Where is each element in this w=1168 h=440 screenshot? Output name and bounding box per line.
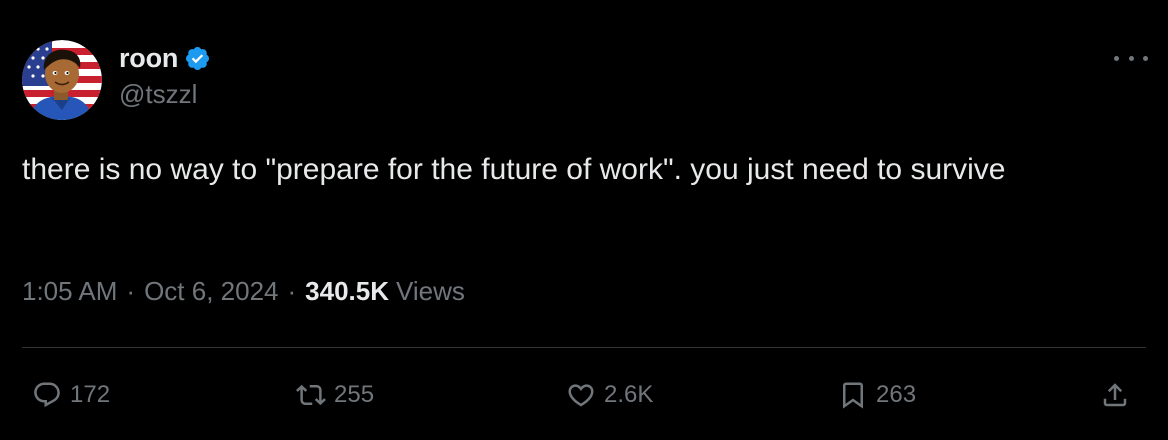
more-icon[interactable]: [1114, 48, 1148, 68]
display-name[interactable]: roon: [119, 43, 178, 74]
tweet-text: there is no way to "prepare for the futu…: [22, 153, 1006, 186]
author-info: roon @tszzl: [119, 41, 211, 109]
avatar-image: [22, 40, 102, 120]
repost-button[interactable]: 255: [296, 370, 374, 420]
bookmark-icon: [843, 382, 863, 409]
name-row: roon: [119, 41, 211, 75]
views-count: 340.5K: [305, 276, 390, 306]
bookmark-button[interactable]: 263: [838, 370, 916, 420]
views-label: Views: [396, 276, 465, 306]
heart-icon: [568, 384, 594, 407]
reply-count: 172: [70, 381, 111, 408]
like-button[interactable]: 2.6K: [566, 370, 653, 420]
share-button[interactable]: [1100, 370, 1130, 420]
repost-count: 255: [334, 381, 375, 408]
repost-icon: [296, 384, 326, 406]
tweet-card: roon @tszzl there is no way to "prepare …: [0, 0, 1168, 440]
tweet-time[interactable]: 1:05 AM: [22, 276, 117, 307]
tweet-meta: 1:05 AM · Oct 6, 2024 · 340.5K Views: [22, 276, 465, 307]
tweet-date[interactable]: Oct 6, 2024: [144, 276, 278, 307]
meta-separator: ·: [126, 276, 136, 306]
avatar[interactable]: [22, 40, 102, 120]
like-count: 2.6K: [604, 381, 654, 408]
reply-button[interactable]: 172: [32, 370, 110, 420]
verified-badge-icon[interactable]: [184, 45, 211, 72]
reply-icon: [34, 382, 60, 408]
action-bar: 172 255 2.6K 263: [0, 370, 1168, 420]
bookmark-count: 263: [876, 381, 917, 408]
handle[interactable]: @tszzl: [119, 79, 211, 109]
meta-separator: ·: [287, 276, 297, 306]
divider: [22, 347, 1146, 348]
share-icon: [1103, 383, 1127, 407]
